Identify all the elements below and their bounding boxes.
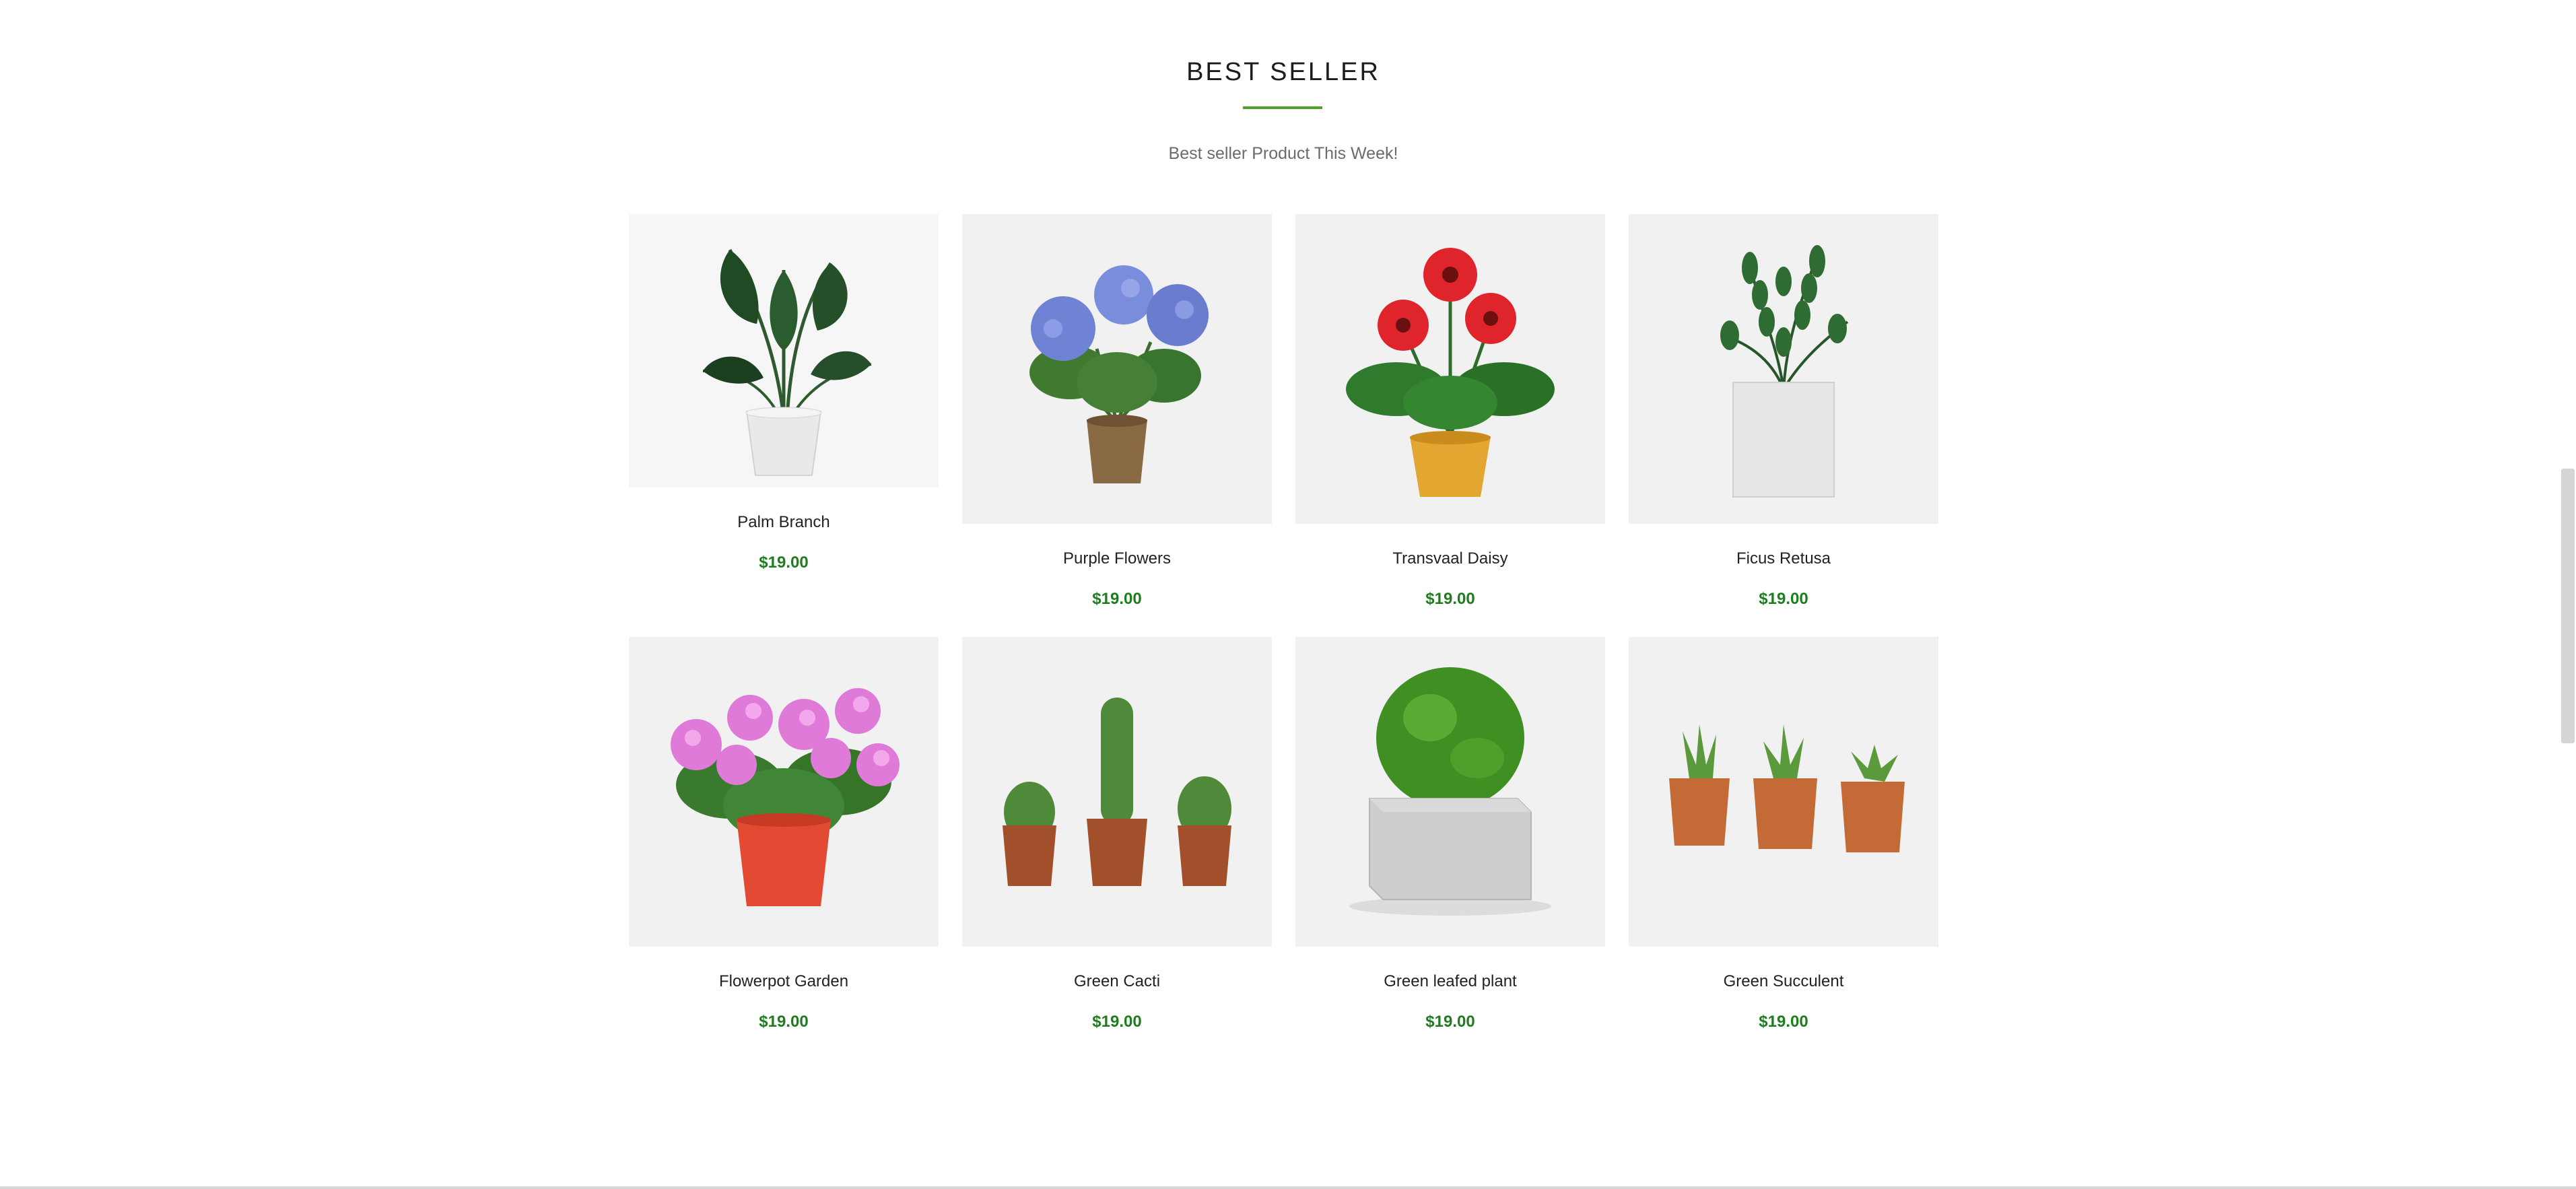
product-card[interactable]: Transvaal Daisy $19.00 (1295, 214, 1605, 609)
product-price: $19.00 (759, 1013, 809, 1031)
product-image[interactable] (629, 214, 939, 487)
product-image[interactable] (962, 637, 1272, 947)
section-title: BEST SELLER (1186, 58, 1380, 86)
product-image[interactable] (1295, 637, 1605, 947)
product-card[interactable]: Green Succulent $19.00 (1629, 637, 1938, 1031)
product-name[interactable]: Purple Flowers (962, 549, 1272, 568)
hydrangea-icon (1029, 265, 1209, 483)
product-name[interactable]: Green leafed plant (1295, 972, 1605, 991)
section-subtitle: Best seller Product This Week! (1168, 144, 1398, 163)
scrollbar-thumb[interactable] (2561, 469, 2575, 743)
title-underline (1243, 106, 1322, 109)
product-price: $19.00 (1092, 590, 1142, 608)
cacti-icon (1003, 698, 1231, 886)
product-name[interactable]: Green Succulent (1629, 972, 1938, 991)
product-name[interactable]: Ficus Retusa (1629, 549, 1938, 568)
product-name[interactable]: Palm Branch (629, 513, 939, 532)
bush-icon (1349, 667, 1551, 916)
product-card[interactable]: Green leafed plant $19.00 (1295, 637, 1605, 1031)
product-price: $19.00 (1425, 590, 1475, 608)
product-image[interactable] (1629, 637, 1938, 947)
product-name[interactable]: Transvaal Daisy (1295, 549, 1605, 568)
product-card[interactable]: Palm Branch $19.00 (629, 214, 939, 572)
product-card[interactable]: Ficus Retusa $19.00 (1629, 214, 1938, 609)
ficus-icon (1720, 245, 1849, 498)
daisy-icon (1346, 248, 1555, 497)
product-image[interactable] (629, 637, 939, 947)
palm-plant-icon (702, 248, 872, 476)
product-image[interactable] (1629, 214, 1938, 524)
product-price: $19.00 (1092, 1013, 1142, 1031)
product-card[interactable]: Flowerpot Garden $19.00 (629, 637, 939, 1031)
product-name[interactable]: Green Cacti (962, 972, 1272, 991)
product-price: $19.00 (1759, 1013, 1808, 1031)
product-name[interactable]: Flowerpot Garden (629, 972, 939, 991)
product-card[interactable]: Green Cacti $19.00 (962, 637, 1272, 1031)
product-image[interactable] (962, 214, 1272, 524)
product-card[interactable]: Purple Flowers $19.00 (962, 214, 1272, 609)
bottom-divider (0, 1186, 2576, 1189)
product-image[interactable] (1295, 214, 1605, 524)
best-seller-page: BEST SELLER Best seller Product This Wee… (0, 0, 2576, 1189)
pink-flowers-icon (671, 688, 900, 906)
scrollbar-track[interactable] (2560, 0, 2576, 1189)
product-price: $19.00 (1425, 1013, 1475, 1031)
product-price: $19.00 (759, 553, 809, 572)
product-price: $19.00 (1759, 590, 1808, 608)
succulents-icon (1669, 724, 1905, 852)
